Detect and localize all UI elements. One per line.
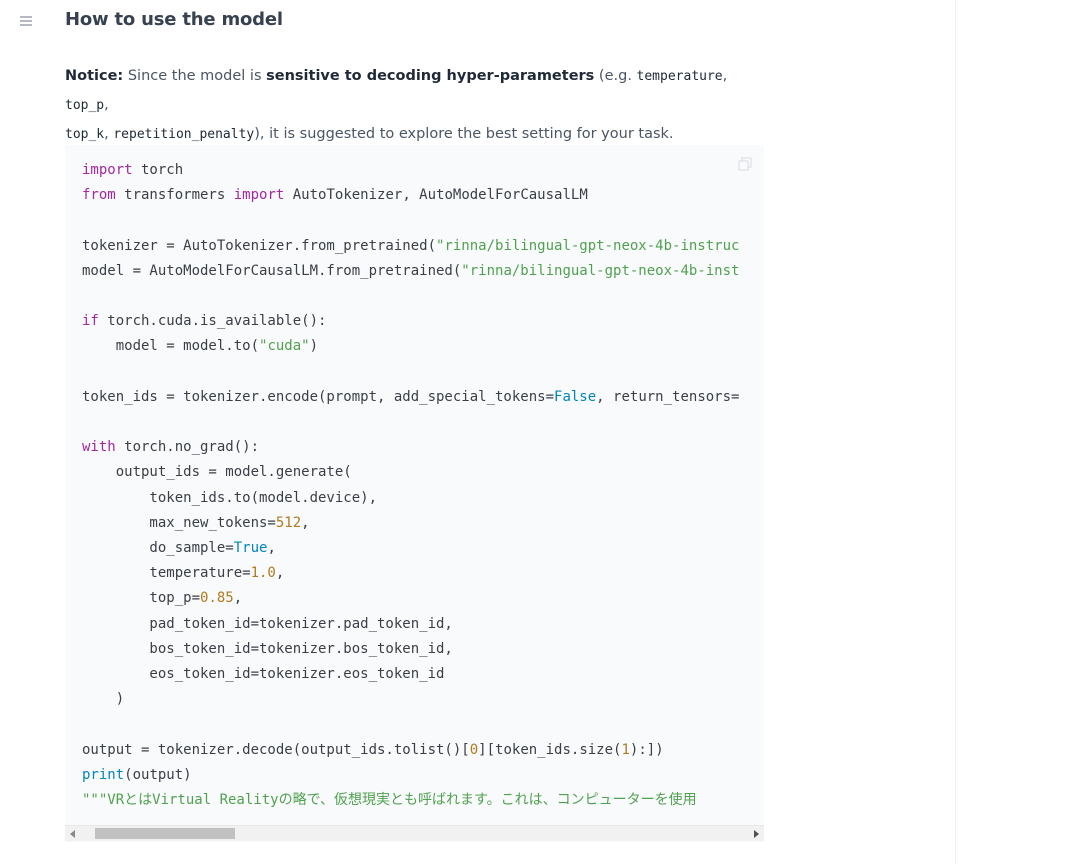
param-repetition-penalty: repetition_penalty — [113, 127, 255, 142]
section-heading: How to use the model — [65, 9, 283, 30]
code-token: transformers — [115, 187, 234, 204]
code-token: import — [233, 187, 285, 204]
code-token: max_new_tokens= — [82, 514, 276, 531]
code-token: eos_token_id=tokenizer.eos_token_id — [82, 666, 445, 683]
copy-icon[interactable] — [738, 157, 752, 171]
code-token: output_ids = model.generate( — [82, 464, 352, 481]
notice-text: Since the model is — [123, 68, 267, 84]
code-token: "cuda" — [259, 338, 310, 355]
code-token: (output) — [124, 766, 192, 783]
code-token: AutoTokenizer, AutoModelForCausalLM — [284, 187, 588, 204]
code-line: bos_token_id=tokenizer.bos_token_id, — [82, 640, 453, 657]
code-line: """VRとはVirtual Realityの略で、仮想現実とも呼ばれます。これ… — [82, 792, 697, 808]
code-token: if — [82, 313, 99, 330]
code-token: , — [267, 540, 276, 557]
notice-emphasis: sensitive to decoding hyper-parameters — [266, 68, 595, 84]
code-token: 512 — [275, 514, 302, 531]
code-token: bos_token_id=tokenizer.bos_token_id, — [82, 640, 453, 657]
code-line: eos_token_id=tokenizer.eos_token_id — [82, 666, 444, 682]
code-token: 0 — [469, 741, 479, 758]
code-token: token_ids = tokenizer.encode(prompt, add… — [82, 388, 555, 405]
code-token: import — [82, 162, 133, 178]
code-token: False — [554, 388, 597, 405]
code-line: tokenizer = AutoTokenizer.from_pretraine… — [82, 238, 739, 254]
code-token: tokenizer = AutoTokenizer.from_pretraine… — [82, 237, 437, 254]
scroll-left-arrow-icon[interactable] — [70, 830, 75, 838]
code-token: , — [233, 590, 243, 607]
code-line: ) — [82, 691, 124, 707]
code-line: output_ids = model.generate( — [82, 464, 352, 480]
horizontal-scrollbar[interactable] — [65, 825, 764, 841]
param-temperature: temperature — [636, 69, 723, 84]
code-token: torch.no_grad(): — [115, 439, 260, 456]
notice-text: (e.g. — [594, 68, 637, 84]
code-line: output = tokenizer.decode(output_ids.tol… — [82, 742, 664, 758]
notice-separator: , — [104, 126, 114, 142]
notice-label: Notice: — [65, 68, 124, 84]
code-line: with torch.no_grad(): — [82, 439, 259, 455]
scroll-thumb[interactable] — [95, 828, 235, 839]
code-token: """VRとはVirtual Realityの略で、仮想現実とも呼ばれます。これ… — [82, 792, 697, 809]
code-line: from transformers import AutoTokenizer, … — [82, 187, 588, 203]
code-token: ):]) — [629, 741, 664, 758]
code-token: 1 — [621, 741, 630, 758]
code-token: "rinna/bilingual-gpt-neox-4b-inst — [461, 262, 740, 279]
code-line: model = model.to("cuda") — [82, 338, 318, 354]
code-token: pad_token_id=tokenizer.pad_token_id, — [82, 615, 453, 632]
code-line: token_ids = tokenizer.encode(prompt, add… — [82, 389, 739, 405]
code-token: from — [82, 187, 116, 204]
code-line: temperature=1.0, — [82, 565, 284, 581]
notice-separator: , — [104, 97, 109, 113]
notice-text: ), it is suggested to explore the best s… — [254, 126, 674, 142]
code-token: , return_tensors= — [596, 388, 740, 405]
code-token: , — [275, 565, 285, 582]
page-divider — [955, 0, 956, 864]
code-line: top_p=0.85, — [82, 590, 242, 606]
code-token: model = model.to( — [82, 338, 260, 355]
menu-icon[interactable] — [20, 16, 32, 26]
code-line: import torch — [82, 162, 183, 178]
code-token: True — [233, 540, 268, 557]
code-token: token_ids.to(model.device), — [82, 489, 378, 506]
code-token: print — [82, 766, 125, 783]
code-token: "rinna/bilingual-gpt-neox-4b-instruc — [436, 237, 740, 254]
code-token: 1.0 — [250, 565, 276, 582]
code-token: model = AutoModelForCausalLM.from_pretra… — [82, 262, 462, 279]
code-content: import torch from transformers import Au… — [82, 158, 739, 813]
notice-paragraph: Notice: Since the model is sensitive to … — [65, 62, 765, 149]
code-line: model = AutoModelForCausalLM.from_pretra… — [82, 263, 739, 279]
code-token: torch.cuda.is_available(): — [98, 313, 327, 330]
code-token: 0.85 — [200, 590, 234, 607]
code-line: token_ids.to(model.device), — [82, 490, 377, 506]
code-line: max_new_tokens=512, — [82, 514, 310, 531]
code-line: print(output) — [82, 767, 192, 783]
scroll-right-arrow-icon[interactable] — [754, 830, 759, 838]
code-line: do_sample=True, — [82, 540, 276, 557]
notice-separator: , — [722, 68, 728, 84]
code-token: top_p= — [82, 590, 201, 607]
param-top-p: top_p — [65, 98, 105, 113]
code-token: output = tokenizer.decode(output_ids.tol… — [82, 741, 470, 758]
code-token: ][token_ids.size( — [478, 741, 622, 758]
code-token: ) — [309, 338, 319, 355]
code-token: ) — [82, 691, 125, 708]
code-token: with — [82, 439, 116, 456]
code-token: temperature= — [82, 565, 251, 582]
code-token: do_sample= — [82, 540, 234, 557]
param-top-k: top_k — [65, 127, 105, 142]
code-block[interactable]: import torch from transformers import Au… — [65, 145, 764, 842]
code-line: if torch.cuda.is_available(): — [82, 313, 326, 329]
code-token: , — [301, 514, 310, 531]
code-token: torch — [132, 162, 184, 178]
code-line: pad_token_id=tokenizer.pad_token_id, — [82, 615, 453, 632]
